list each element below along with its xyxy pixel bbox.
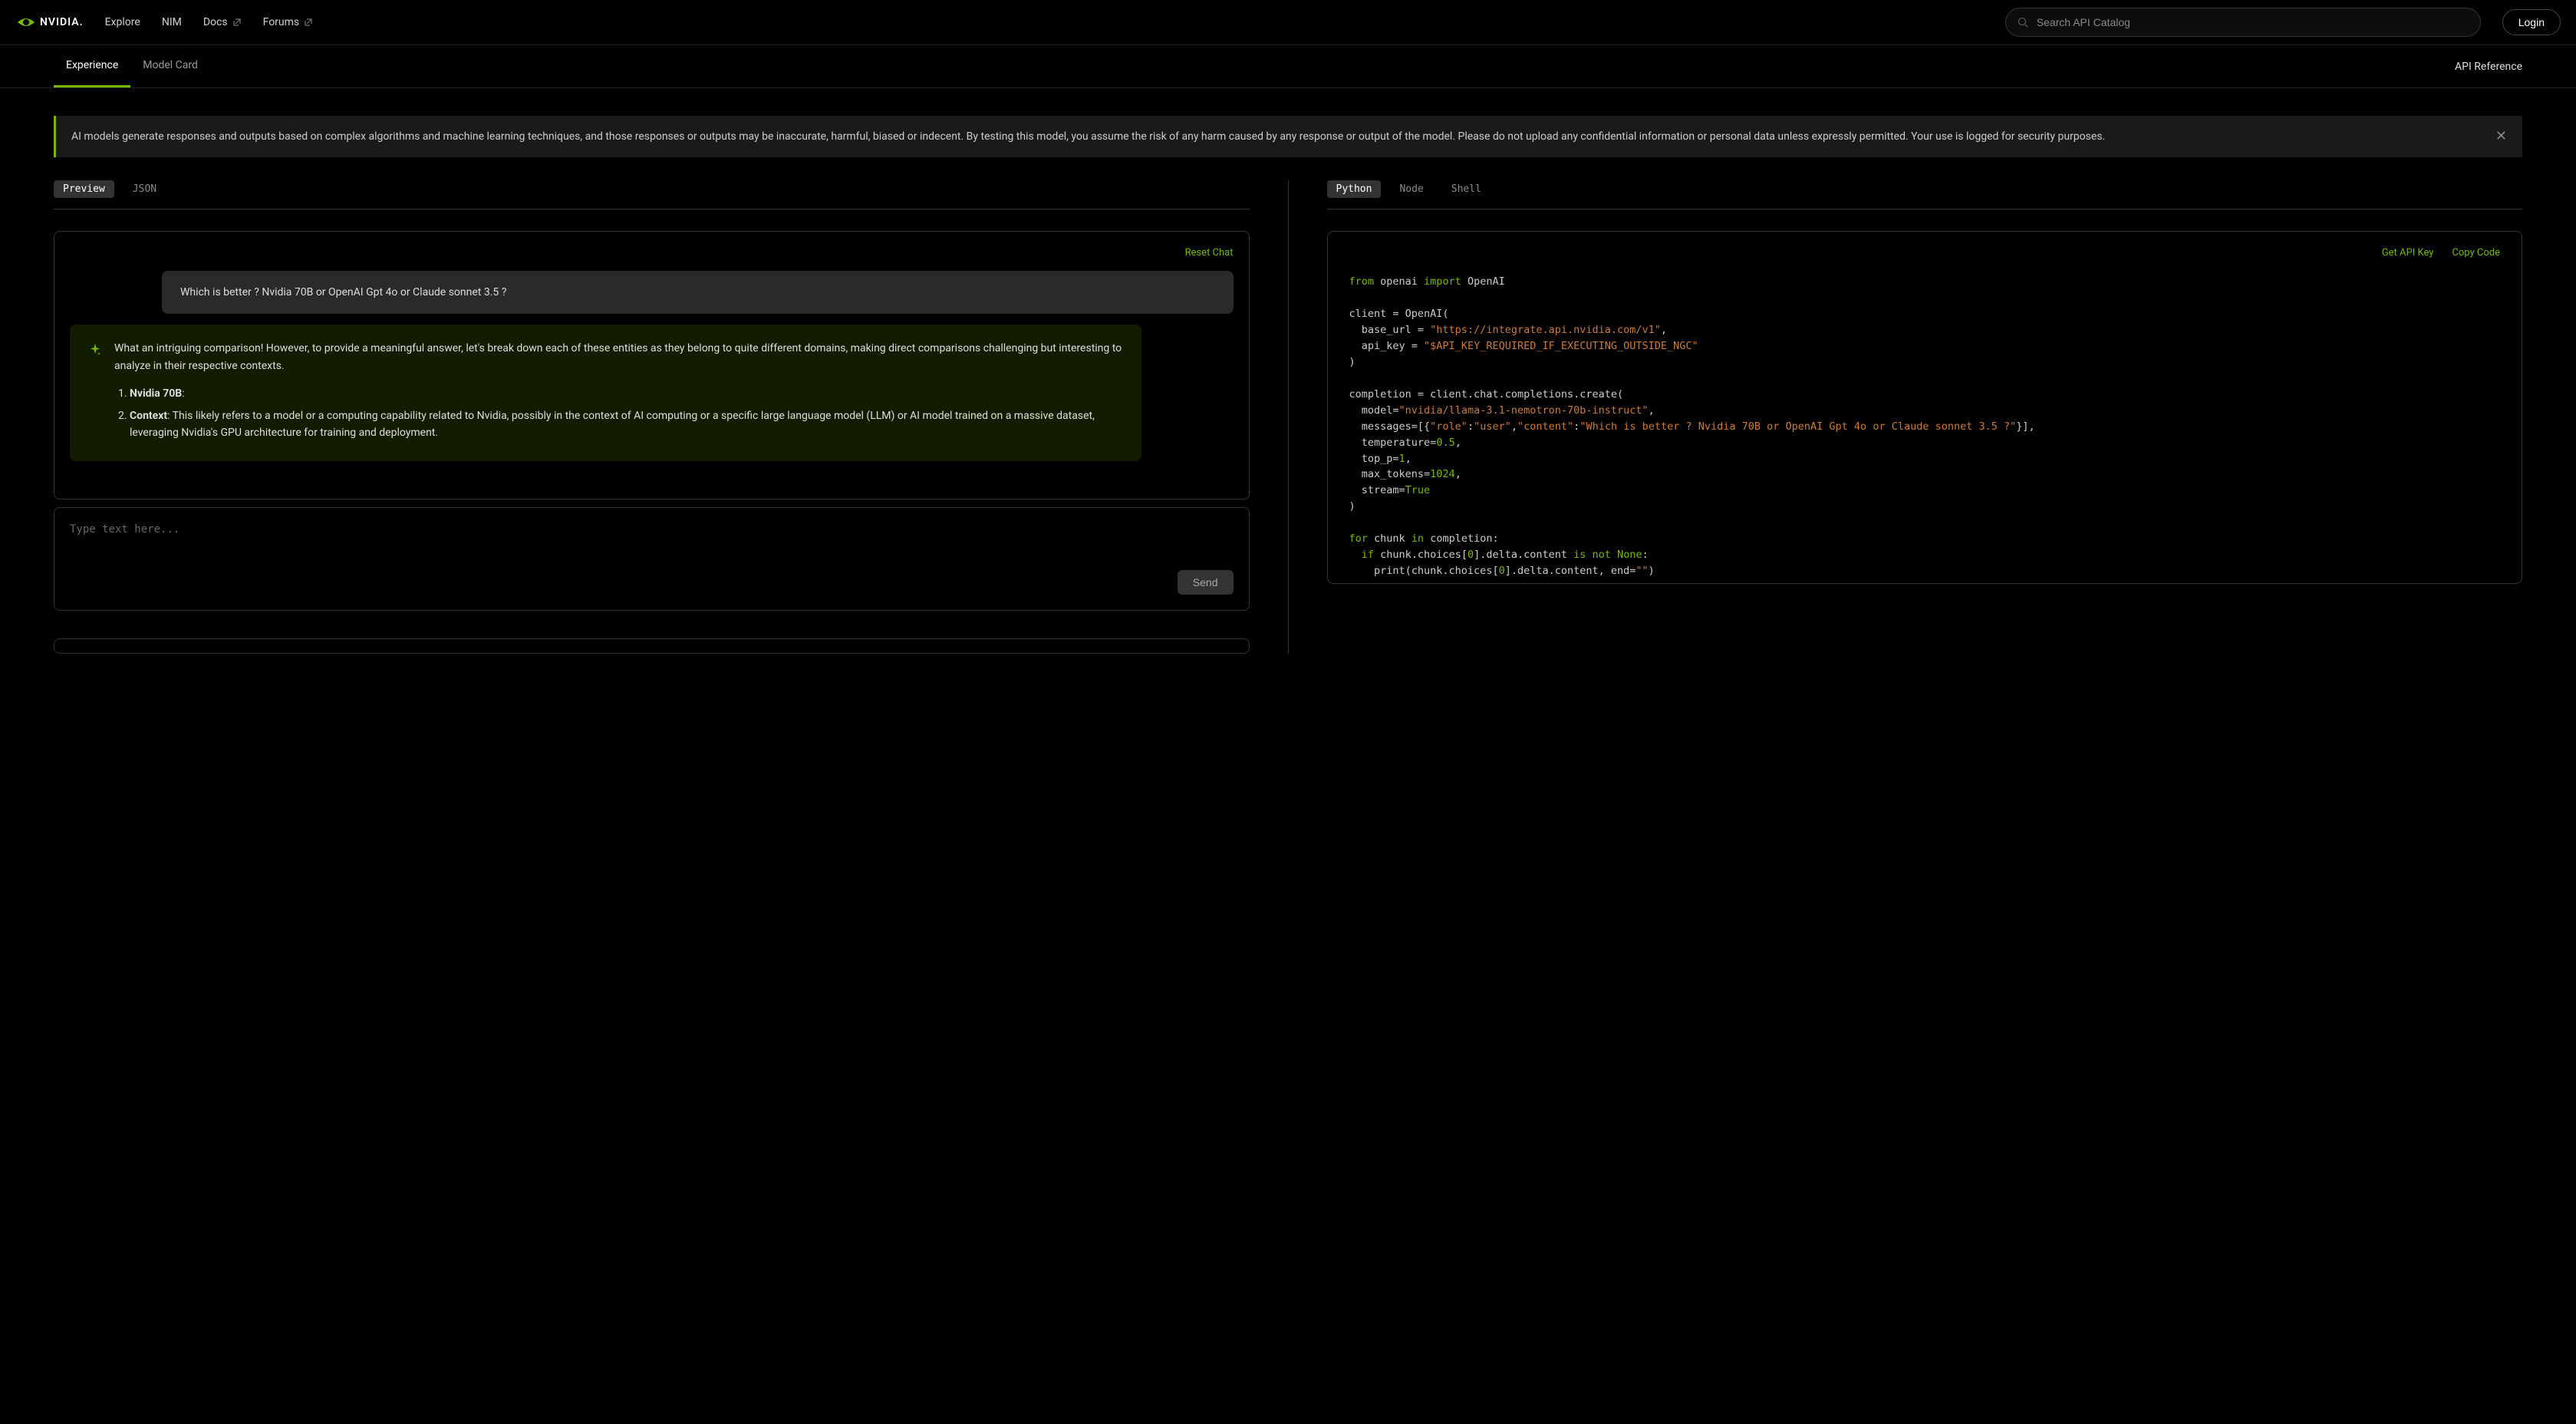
tab-preview[interactable]: Preview [54, 180, 114, 198]
tab-python[interactable]: Python [1327, 180, 1382, 198]
panel-left: Preview JSON Reset Chat Which is better … [54, 180, 1250, 654]
nav-forums[interactable]: Forums [263, 16, 314, 28]
brand-text: NVIDIA. [40, 16, 84, 28]
right-tab-row: Python Node Shell [1327, 180, 2523, 209]
alert-text: AI models generate responses and outputs… [71, 128, 2480, 145]
nvidia-logo[interactable]: NVIDIA. [15, 15, 84, 30]
tab-json[interactable]: JSON [124, 180, 166, 198]
external-link-icon [304, 18, 313, 27]
chat-messages: Which is better ? Nvidia 70B or OpenAI G… [70, 271, 1234, 483]
panel-right: Python Node Shell Get API Key Copy Code … [1327, 180, 2523, 654]
search-wrap [2005, 8, 2481, 37]
nav-explore[interactable]: Explore [105, 16, 140, 28]
reset-chat-link[interactable]: Reset Chat [70, 247, 1234, 259]
chat-box: Reset Chat Which is better ? Nvidia 70B … [54, 231, 1250, 499]
assistant-message: What an intriguing comparison! However, … [70, 325, 1141, 461]
code-actions: Get API Key Copy Code [1349, 247, 2501, 259]
content: AI models generate responses and outputs… [0, 88, 2576, 681]
code-block: from openai import OpenAI client = OpenA… [1349, 274, 2501, 579]
tab-model-card[interactable]: Model Card [130, 45, 210, 87]
tab-node[interactable]: Node [1390, 180, 1432, 198]
panel-divider [1288, 180, 1289, 654]
tab-shell[interactable]: Shell [1442, 180, 1491, 198]
left-tab-row: Preview JSON [54, 180, 1250, 209]
send-button[interactable]: Send [1178, 570, 1234, 595]
search-icon [2018, 17, 2028, 28]
login-button[interactable]: Login [2502, 9, 2561, 35]
subnav: Experience Model Card API Reference [0, 45, 2576, 88]
api-reference-link[interactable]: API Reference [2455, 47, 2522, 87]
assistant-body: What an intriguing comparison! However, … [114, 340, 1123, 446]
code-box: Get API Key Copy Code from openai import… [1327, 231, 2523, 584]
sparkle-icon [88, 343, 102, 357]
nav-nim[interactable]: NIM [162, 16, 182, 28]
external-link-icon [232, 18, 242, 27]
list-item: Context: This likely refers to a model o… [130, 407, 1123, 442]
warning-alert: AI models generate responses and outputs… [54, 116, 2522, 157]
search-input[interactable] [2005, 8, 2481, 37]
nav-docs[interactable]: Docs [203, 16, 242, 28]
panels: Preview JSON Reset Chat Which is better … [54, 180, 2522, 654]
topbar: NVIDIA. Explore NIM Docs Forums Login [0, 0, 2576, 45]
chat-input-box: Send [54, 507, 1250, 611]
get-api-key-link[interactable]: Get API Key [2382, 247, 2434, 259]
user-message: Which is better ? Nvidia 70B or OpenAI G… [162, 271, 1234, 314]
tab-experience[interactable]: Experience [54, 45, 130, 87]
lower-panel-stub [54, 638, 1250, 654]
list-item: Nvidia 70B: [130, 385, 1123, 402]
close-icon[interactable]: ✕ [2495, 128, 2507, 144]
nvidia-eye-icon [15, 15, 37, 30]
chat-input[interactable] [70, 523, 1234, 570]
copy-code-link[interactable]: Copy Code [2452, 247, 2500, 259]
